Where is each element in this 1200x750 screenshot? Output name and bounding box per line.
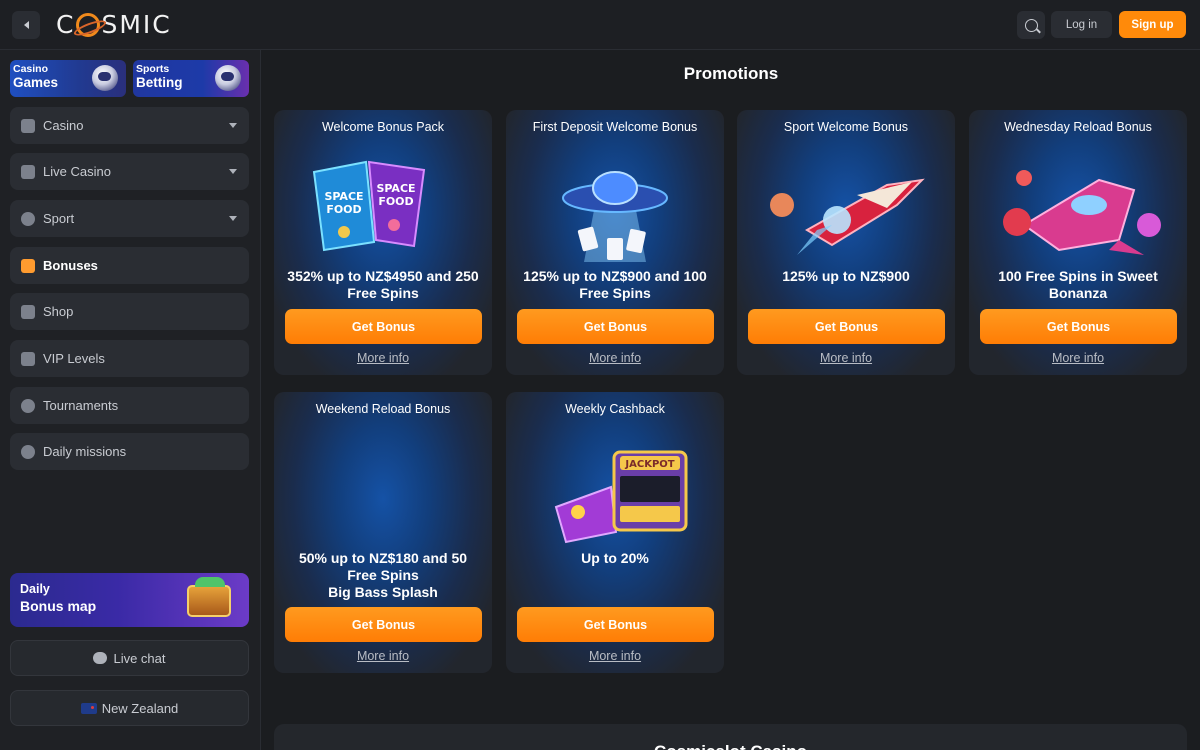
sidebar-item-label: Tournaments xyxy=(43,398,119,413)
ball-icon xyxy=(21,211,35,226)
signup-button[interactable]: Sign up xyxy=(1119,11,1186,38)
space-food-packs-icon: SPACE FOOD SPACE FOOD xyxy=(312,160,426,252)
more-info-link[interactable]: More info xyxy=(274,351,492,365)
sidebar-item-label: Casino xyxy=(43,118,84,133)
sidebar-item-bonuses[interactable]: Bonuses xyxy=(10,247,249,284)
card-offer: Up to 20% xyxy=(581,550,649,566)
promo-card-welcome-bonus-pack: Welcome Bonus Pack SPACE FOOD SPACE FOOD… xyxy=(274,110,492,375)
crown-icon xyxy=(21,351,35,366)
new-zealand-flag-icon xyxy=(80,702,97,714)
more-info-link[interactable]: More info xyxy=(506,351,724,365)
search-button[interactable] xyxy=(1017,11,1045,39)
card-title: Weekend Reload Bonus xyxy=(315,402,451,416)
collapse-sidebar-button[interactable] xyxy=(12,11,40,39)
main-content: Promotions Welcome Bonus Pack SPACE FOOD… xyxy=(262,50,1200,750)
svg-text:FOOD: FOOD xyxy=(326,203,361,216)
sidebar-item-vip-levels[interactable]: VIP Levels xyxy=(10,340,249,377)
sidebar-item-sport[interactable]: Sport xyxy=(10,200,249,237)
promo-card-first-deposit-welcome-bonus: First Deposit Welcome Bonus 125% up to N… xyxy=(506,110,724,375)
chevron-left-icon xyxy=(23,21,29,29)
more-info-link[interactable]: More info xyxy=(737,351,955,365)
sidebar-item-label: Live Casino xyxy=(43,164,111,179)
page-title: Promotions xyxy=(683,64,779,83)
svg-text:SPACE: SPACE xyxy=(376,182,415,195)
basket-icon xyxy=(21,304,35,319)
cosmic-logo[interactable]: C SMIC xyxy=(56,9,172,39)
card-offer: 100 Free Spins in Sweet Bonanza xyxy=(998,268,1158,301)
get-bonus-button[interactable]: Get Bonus xyxy=(748,309,945,344)
card-title: Weekly Cashback xyxy=(565,402,665,416)
treasure-chest-icon xyxy=(187,577,231,617)
get-bonus-button[interactable]: Get Bonus xyxy=(517,309,714,344)
pink-spaceship-icon xyxy=(1003,170,1161,255)
get-bonus-button[interactable]: Get Bonus xyxy=(285,607,482,642)
sidebar-item-casino[interactable]: Casino xyxy=(10,107,249,144)
get-bonus-button[interactable]: Get Bonus xyxy=(285,309,482,344)
tile-line2: Games xyxy=(13,75,59,90)
more-info-link[interactable]: More info xyxy=(969,351,1187,365)
card-offer-line: Free Spins xyxy=(347,567,419,583)
sidebar-item-daily-missions[interactable]: Daily missions xyxy=(10,433,249,470)
country-selector-button[interactable]: New Zealand xyxy=(10,690,249,726)
sidebar-item-label: VIP Levels xyxy=(43,351,105,366)
jackpot-slot-machine-icon: JACKPOT xyxy=(554,450,688,544)
get-bonus-button[interactable]: Get Bonus xyxy=(980,309,1177,344)
more-info-link[interactable]: More info xyxy=(506,649,724,663)
promo-card-wednesday-reload-bonus: Wednesday Reload Bonus 100 Free Spins in… xyxy=(969,110,1187,375)
tile-line1: Sports xyxy=(136,63,170,75)
joystick-icon xyxy=(21,118,35,133)
chevron-down-icon[interactable] xyxy=(229,123,237,128)
top-header: C SMIC Log in Sign up xyxy=(0,0,1200,50)
rocket-ship-icon xyxy=(770,178,925,255)
card-title: Wednesday Reload Bonus xyxy=(1004,120,1152,134)
sidebar-item-label: Daily missions xyxy=(43,444,127,459)
card-title: Sport Welcome Bonus xyxy=(783,120,909,134)
get-bonus-button[interactable]: Get Bonus xyxy=(517,607,714,642)
login-button[interactable]: Log in xyxy=(1051,11,1112,38)
tile-line1: Casino xyxy=(13,63,49,75)
more-info-link[interactable]: More info xyxy=(274,649,492,663)
play-icon xyxy=(21,164,35,179)
ufo-icon xyxy=(562,171,668,262)
promo-card-weekly-cashback: Weekly Cashback JACKPOT Up to 20% Get Bo… xyxy=(506,392,724,673)
card-offer: 125% up to NZ$900 and 100 Free Spins xyxy=(523,268,707,301)
card-offer: 352% up to NZ$4950 and 250 Free Spins xyxy=(287,268,479,301)
card-offer: 125% up to NZ$900 xyxy=(782,268,910,284)
search-icon xyxy=(1024,18,1038,32)
chevron-down-icon[interactable] xyxy=(229,169,237,174)
daily-bonus-map-banner[interactable]: Daily Bonus map xyxy=(10,573,249,627)
chevron-down-icon[interactable] xyxy=(229,216,237,221)
sidebar: Casino Games Sports Betting Casino Live … xyxy=(0,50,261,750)
gift-icon xyxy=(21,258,35,273)
card-title: First Deposit Welcome Bonus xyxy=(532,120,698,134)
card-offer-line: 50% up to NZ$180 and 50 xyxy=(298,550,468,566)
casino-info-panel: Cosmicslot Casino xyxy=(274,724,1187,750)
svg-text:JACKPOT: JACKPOT xyxy=(624,459,674,470)
chat-icon xyxy=(93,652,108,664)
trophy-icon xyxy=(21,398,35,413)
sidebar-item-shop[interactable]: Shop xyxy=(10,293,249,330)
card-offer: 50% up to NZ$180 and 50 Free Spins Big B… xyxy=(284,550,482,601)
sidebar-item-label: Sport xyxy=(43,211,75,226)
sidebar-item-tournaments[interactable]: Tournaments xyxy=(10,387,249,424)
casino-games-tile[interactable]: Casino Games xyxy=(10,60,126,97)
promo-card-weekend-reload-bonus: Weekend Reload Bonus 50% up to NZ$180 an… xyxy=(274,392,492,673)
sidebar-item-label: Shop xyxy=(43,304,74,319)
svg-text:FOOD: FOOD xyxy=(378,195,413,208)
live-chat-button[interactable]: Live chat xyxy=(10,640,249,676)
sports-betting-tile[interactable]: Sports Betting xyxy=(133,60,249,97)
casino-info-title: Cosmicslot Casino xyxy=(274,742,1187,750)
live-chat-label: Live chat xyxy=(113,650,166,666)
card-title: Welcome Bonus Pack xyxy=(321,120,445,134)
country-label: New Zealand xyxy=(101,700,179,716)
sidebar-item-live-casino[interactable]: Live Casino xyxy=(10,153,249,190)
sidebar-item-label: Bonuses xyxy=(43,258,98,273)
medal-icon xyxy=(21,444,35,459)
card-offer-line: Big Bass Splash xyxy=(328,584,438,600)
tile-line2: Betting xyxy=(136,75,183,90)
svg-text:SPACE: SPACE xyxy=(324,190,363,203)
promo-card-sport-welcome-bonus: Sport Welcome Bonus 125% up to NZ$900 Ge… xyxy=(737,110,955,375)
